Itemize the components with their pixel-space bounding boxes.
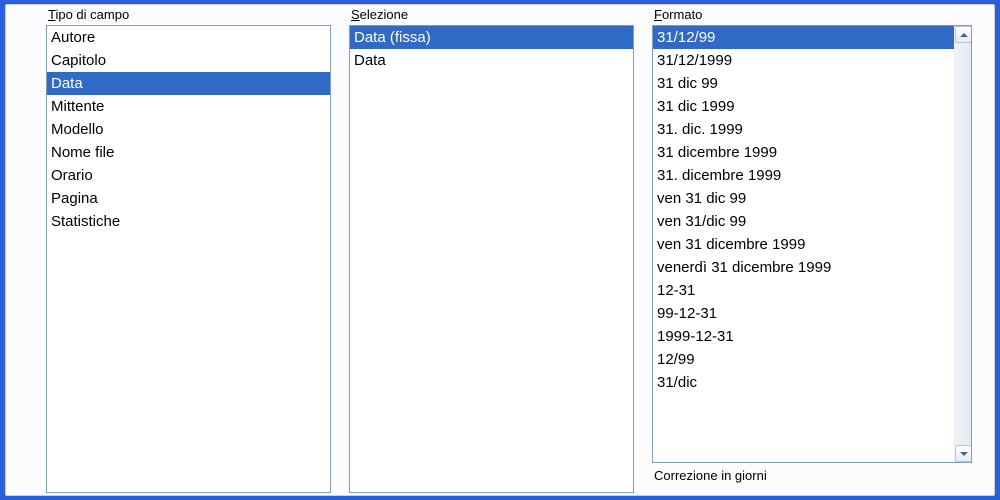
field-type-item[interactable]: Capitolo (47, 49, 330, 72)
field-type-item[interactable]: Orario (47, 164, 330, 187)
format-item[interactable]: 31/dic (653, 371, 954, 394)
scroll-up-button[interactable] (955, 26, 972, 43)
chevron-down-icon (960, 452, 968, 456)
format-column: Formato 31/12/9931/12/199931 dic 9931 di… (652, 7, 972, 493)
format-listbox[interactable]: 31/12/9931/12/199931 dic 9931 dic 199931… (652, 25, 972, 463)
format-item[interactable]: 31/12/99 (653, 26, 954, 49)
selection-item[interactable]: Data (350, 49, 633, 72)
field-type-item[interactable]: Nome file (47, 141, 330, 164)
field-type-item[interactable]: Data (47, 72, 330, 95)
selection-item[interactable]: Data (fissa) (350, 26, 633, 49)
format-label: Formato (652, 7, 972, 25)
format-item[interactable]: 1999-12-31 (653, 325, 954, 348)
correction-label: Correzione in giorni (652, 463, 972, 483)
format-item[interactable]: 31 dic 1999 (653, 95, 954, 118)
field-type-column: Tipo di campo AutoreCapitoloDataMittente… (46, 7, 331, 493)
format-item[interactable]: 31. dic. 1999 (653, 118, 954, 141)
field-type-item[interactable]: Autore (47, 26, 330, 49)
dialog-content: Tipo di campo AutoreCapitoloDataMittente… (5, 4, 995, 496)
format-item[interactable]: 31/12/1999 (653, 49, 954, 72)
format-scrollbar[interactable] (954, 26, 971, 462)
selection-label: Selezione (349, 7, 634, 25)
selection-column: Selezione Data (fissa)Data (349, 7, 634, 493)
field-type-listbox[interactable]: AutoreCapitoloDataMittenteModelloNome fi… (46, 25, 331, 493)
field-type-item[interactable]: Mittente (47, 95, 330, 118)
field-type-item[interactable]: Statistiche (47, 210, 330, 233)
format-item[interactable]: 12/99 (653, 348, 954, 371)
scroll-down-button[interactable] (955, 445, 972, 462)
format-item[interactable]: 99-12-31 (653, 302, 954, 325)
format-item[interactable]: ven 31 dicembre 1999 (653, 233, 954, 256)
field-type-item[interactable]: Modello (47, 118, 330, 141)
format-item[interactable]: 31. dicembre 1999 (653, 164, 954, 187)
field-type-label: Tipo di campo (46, 7, 331, 25)
format-item[interactable]: venerdì 31 dicembre 1999 (653, 256, 954, 279)
selection-listbox[interactable]: Data (fissa)Data (349, 25, 634, 493)
format-item[interactable]: ven 31 dic 99 (653, 187, 954, 210)
chevron-up-icon (960, 33, 968, 37)
format-item[interactable]: 31 dicembre 1999 (653, 141, 954, 164)
window-frame: Tipo di campo AutoreCapitoloDataMittente… (0, 0, 1000, 500)
format-item[interactable]: ven 31/dic 99 (653, 210, 954, 233)
format-item[interactable]: 31 dic 99 (653, 72, 954, 95)
format-item[interactable]: 12-31 (653, 279, 954, 302)
field-type-item[interactable]: Pagina (47, 187, 330, 210)
